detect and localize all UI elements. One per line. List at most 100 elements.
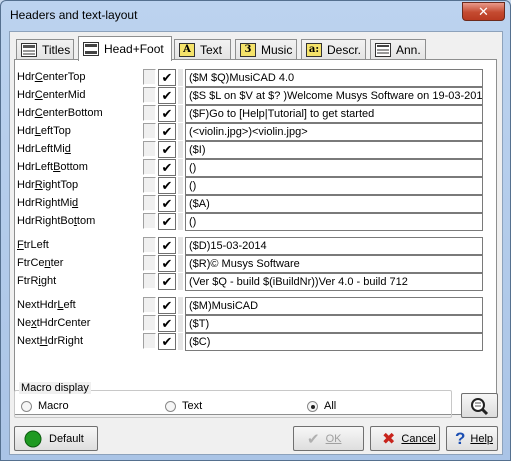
field-label: HdrCenterBottom	[17, 107, 103, 119]
dialog-client: Titles Head+Foot A Text 3 Music a: Descr…	[9, 31, 503, 455]
titles-icon	[21, 43, 37, 57]
field-value-input[interactable]: ($M)MusiCAD	[185, 297, 483, 315]
dialog-window: Headers and text-layout ✕ Titles Head+Fo…	[0, 0, 511, 461]
field-color-swatch[interactable]	[143, 159, 156, 175]
field-value-input[interactable]: (<violin.jpg>)<violin.jpg>	[185, 123, 483, 141]
radio-text[interactable]: Text	[165, 400, 202, 412]
radio-all[interactable]: All	[307, 400, 336, 412]
field-color-swatch[interactable]	[143, 315, 156, 331]
field-label: NextHdrCenter	[17, 317, 91, 329]
tab-head-foot[interactable]: Head+Foot	[78, 36, 172, 61]
radio-all-dot[interactable]	[307, 400, 318, 412]
field-divider	[178, 141, 183, 158]
field-value-input[interactable]: ($I)	[185, 141, 483, 159]
help-question-icon: ?	[455, 428, 466, 448]
help-button[interactable]: ? Help	[446, 426, 498, 451]
field-label: HdrRightTop	[17, 179, 79, 191]
field-enabled-checkbox[interactable]: ✔	[158, 159, 176, 176]
field-row: NextHdrRight ✔ ($C)	[15, 333, 495, 351]
field-color-swatch[interactable]	[143, 255, 156, 271]
tab-text[interactable]: A Text	[174, 39, 231, 60]
field-enabled-checkbox[interactable]: ✔	[158, 195, 176, 212]
field-color-swatch[interactable]	[143, 105, 156, 121]
field-divider	[178, 297, 183, 314]
radio-macro-dot[interactable]	[21, 400, 32, 412]
field-value-input[interactable]: ()	[185, 213, 483, 231]
field-value-input[interactable]: ()	[185, 177, 483, 195]
radio-text-dot[interactable]	[165, 400, 176, 412]
field-row: HdrRightBottom ✔ ()	[15, 213, 495, 231]
field-enabled-checkbox[interactable]: ✔	[158, 333, 176, 350]
field-color-swatch[interactable]	[143, 123, 156, 139]
field-enabled-checkbox[interactable]: ✔	[158, 105, 176, 122]
tab-descr[interactable]: a: Descr.	[301, 39, 366, 60]
field-row: HdrCenterTop ✔ ($M $Q)MusiCAD 4.0	[15, 69, 495, 87]
field-divider	[178, 123, 183, 140]
field-row: HdrRightTop ✔ ()	[15, 177, 495, 195]
field-value-input[interactable]: ($S $L on $V at $? )Welcome Musys Softwa…	[185, 87, 483, 105]
field-divider	[178, 105, 183, 122]
field-value-input[interactable]: ($C)	[185, 333, 483, 351]
field-value-input[interactable]: ($F)Go to [Help|Tutorial] to get started	[185, 105, 483, 123]
default-button-label: Default	[49, 432, 84, 445]
field-value-input[interactable]: ()	[185, 159, 483, 177]
ok-button[interactable]: ✔ OK	[293, 426, 364, 451]
field-enabled-checkbox[interactable]: ✔	[158, 315, 176, 332]
title-bar[interactable]: Headers and text-layout ✕	[1, 1, 510, 29]
field-enabled-checkbox[interactable]: ✔	[158, 177, 176, 194]
field-color-swatch[interactable]	[143, 273, 156, 289]
field-value-input[interactable]: ($R)© Musys Software	[185, 255, 483, 273]
tab-titles[interactable]: Titles	[16, 39, 74, 60]
tab-ann[interactable]: Ann.	[370, 39, 426, 60]
tab-music[interactable]: 3 Music	[235, 39, 297, 60]
radio-label: All	[324, 400, 337, 412]
radio-label: Macro	[38, 400, 69, 412]
field-color-swatch[interactable]	[143, 213, 156, 229]
field-color-swatch[interactable]	[143, 177, 156, 193]
field-label: HdrLeftMid	[17, 143, 71, 155]
field-value-input[interactable]: ($A)	[185, 195, 483, 213]
close-button[interactable]: ✕	[462, 2, 505, 21]
field-enabled-checkbox[interactable]: ✔	[158, 273, 176, 290]
field-color-swatch[interactable]	[143, 69, 156, 85]
field-enabled-checkbox[interactable]: ✔	[158, 213, 176, 230]
preview-button[interactable]	[461, 393, 498, 418]
field-value-input[interactable]: (Ver $Q - build $(iBuildNr))Ver 4.0 - bu…	[185, 273, 483, 291]
field-value-input[interactable]: ($T)	[185, 315, 483, 333]
field-label: NextHdrRight	[17, 335, 84, 347]
tab-label: Music	[261, 43, 293, 57]
field-label: FtrLeft	[17, 239, 49, 251]
field-value-input[interactable]: ($M $Q)MusiCAD 4.0	[185, 69, 483, 87]
field-label: HdrCenterMid	[17, 89, 86, 101]
magnifier-icon	[471, 398, 489, 416]
field-enabled-checkbox[interactable]: ✔	[158, 297, 176, 314]
field-enabled-checkbox[interactable]: ✔	[158, 255, 176, 272]
help-button-label: Help	[470, 432, 494, 445]
field-row: HdrCenterMid ✔ ($S $L on $V at $? )Welcome…	[15, 87, 495, 105]
field-enabled-checkbox[interactable]: ✔	[158, 237, 176, 254]
field-color-swatch[interactable]	[143, 297, 156, 313]
field-color-swatch[interactable]	[143, 333, 156, 349]
tab-label: Ann.	[396, 43, 421, 57]
field-enabled-checkbox[interactable]: ✔	[158, 69, 176, 86]
field-divider	[178, 237, 183, 254]
field-value-input[interactable]: ($D)15-03-2014	[185, 237, 483, 255]
field-color-swatch[interactable]	[143, 237, 156, 253]
tab-label: Head+Foot	[104, 42, 164, 56]
cancel-button[interactable]: ✖ Cancel	[370, 426, 440, 451]
radio-macro[interactable]: Macro	[21, 400, 69, 412]
tab-label: Descr.	[327, 43, 362, 57]
field-divider	[178, 315, 183, 332]
check-icon: ✔	[307, 430, 320, 448]
field-color-swatch[interactable]	[143, 87, 156, 103]
field-label: FtrCenter	[17, 257, 64, 269]
field-color-swatch[interactable]	[143, 195, 156, 211]
field-enabled-checkbox[interactable]: ✔	[158, 123, 176, 140]
field-label: HdrRightBottom	[17, 215, 96, 227]
default-button[interactable]: Default	[14, 426, 98, 451]
field-color-swatch[interactable]	[143, 141, 156, 157]
field-label: HdrRightMid	[17, 197, 79, 209]
field-enabled-checkbox[interactable]: ✔	[158, 141, 176, 158]
field-enabled-checkbox[interactable]: ✔	[158, 87, 176, 104]
macro-display-legend: Macro display	[19, 382, 91, 394]
